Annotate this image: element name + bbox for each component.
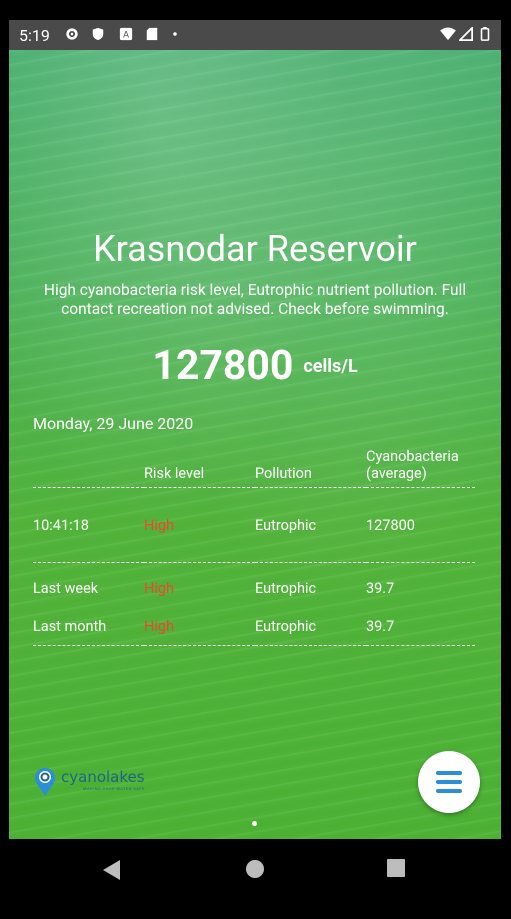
row-label: Last week <box>33 579 99 597</box>
cell-count-unit: cells/L <box>303 355 358 377</box>
menu-button[interactable] <box>418 751 480 813</box>
row-cyano: 39.7 <box>366 617 395 635</box>
header-risk: Risk level <box>144 465 205 482</box>
status-time: 5:19 <box>19 26 50 45</box>
header-pollution: Pollution <box>255 465 312 482</box>
svg-text:A: A <box>123 30 129 40</box>
row-cyano: 127800 <box>366 516 415 534</box>
row-risk: High <box>144 617 174 635</box>
row-cyano: 39.7 <box>366 579 395 597</box>
cyanolakes-logo: cyanolakes MAKING YOUR WATER SAFE <box>33 766 145 800</box>
back-icon[interactable] <box>101 859 121 881</box>
sd-card-icon <box>146 27 158 41</box>
row-pollution: Eutrophic <box>255 516 317 534</box>
location-pin-icon <box>35 768 55 796</box>
row-label: Last month <box>33 617 107 635</box>
water-background <box>9 50 501 839</box>
gear-icon <box>66 28 78 40</box>
risk-summary: High cyanobacteria risk level, Eutrophic… <box>43 281 467 318</box>
battery-icon <box>480 27 490 41</box>
header-label <box>33 448 144 488</box>
row-risk: High <box>144 516 174 534</box>
row-pollution: Eutrophic <box>255 579 317 597</box>
page-indicator-dot <box>252 821 257 826</box>
home-icon[interactable] <box>245 859 265 879</box>
status-bar: 5:19 A <box>9 20 501 50</box>
row-label: 10:41:18 <box>33 516 89 534</box>
logo-name: cyanolakes <box>61 768 145 786</box>
table-header: Risk level Pollution Cyanobacteria (aver… <box>33 448 475 488</box>
table-row: Last month High Eutrophic 39.7 <box>33 607 475 646</box>
navigation-bar <box>0 839 511 919</box>
signal-icon <box>459 27 473 41</box>
menu-icon <box>436 771 462 775</box>
table-row: 10:41:18 High Eutrophic 127800 <box>33 506 475 544</box>
lake-title: Krasnodar Reservoir <box>93 228 417 270</box>
shield-icon <box>92 27 104 41</box>
cell-count-value: 127800 <box>152 342 294 390</box>
dot-icon <box>173 32 177 36</box>
cell-count: 127800 cells/L <box>9 342 501 390</box>
table-row: Last week High Eutrophic 39.7 <box>33 569 475 607</box>
measurement-date: Monday, 29 June 2020 <box>33 414 194 433</box>
table-divider <box>33 645 475 646</box>
a-icon: A <box>119 27 133 41</box>
wifi-icon <box>440 27 456 41</box>
row-pollution: Eutrophic <box>255 617 317 635</box>
row-risk: High <box>144 579 174 597</box>
header-cyano: Cyanobacteria (average) <box>366 448 459 482</box>
logo-tagline: MAKING YOUR WATER SAFE <box>83 786 145 791</box>
readings-table: Risk level Pollution Cyanobacteria (aver… <box>33 448 475 646</box>
lake-screen: Krasnodar Reservoir High cyanobacteria r… <box>9 50 501 839</box>
recents-icon[interactable] <box>387 859 405 877</box>
